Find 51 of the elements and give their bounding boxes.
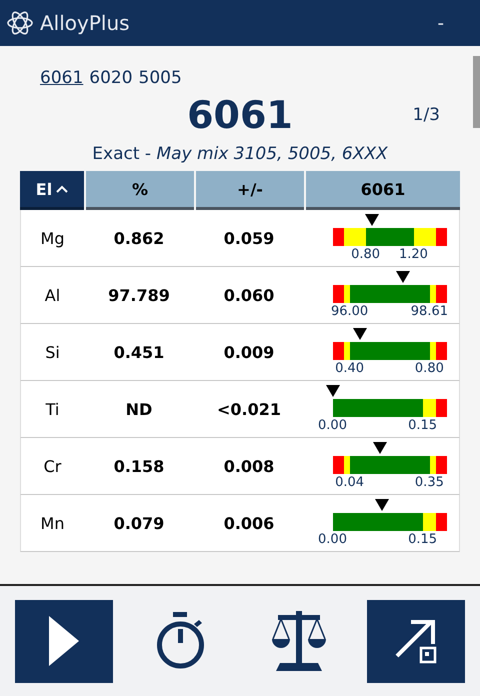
- range-low-label: 0.00: [318, 418, 347, 433]
- table-cell-text: 0.060: [222, 284, 276, 306]
- table-cell-text: 0.008: [222, 456, 276, 478]
- range-low-label: 0.00: [318, 532, 347, 547]
- grade-link[interactable]: 6020: [89, 68, 133, 88]
- stopwatch-icon: [156, 612, 206, 670]
- export-icon: [394, 618, 437, 664]
- column-header[interactable]: 6061: [306, 171, 460, 210]
- sort-header[interactable]: El: [20, 171, 84, 210]
- minimize-button[interactable]: -: [434, 12, 472, 34]
- table-cell-text: Mn: [40, 512, 66, 534]
- table-cell-text: 0.059: [222, 228, 276, 250]
- atom-icon: [6, 9, 34, 37]
- export-button[interactable]: [366, 600, 465, 682]
- column-header[interactable]: %: [86, 171, 194, 210]
- table-cell-text: Si: [44, 342, 61, 364]
- table-cell-text: 0.079: [112, 512, 166, 534]
- range-low-label: 0.40: [335, 361, 364, 376]
- range-high-label: 0.15: [408, 532, 438, 547]
- range-high-label: 0.80: [414, 361, 444, 376]
- range-high-label: 98.61: [410, 304, 448, 319]
- app-title: AlloyPlus: [40, 11, 131, 35]
- play-icon: [49, 616, 79, 666]
- table-cell-text: 0.862: [112, 228, 166, 250]
- table-cell-text: Al: [44, 284, 62, 306]
- scrollbar[interactable]: [473, 56, 480, 128]
- range-low-label: 0.80: [351, 247, 380, 262]
- table-cell-text: 0.451: [112, 342, 166, 364]
- table-cell-text: 0.009: [222, 342, 276, 364]
- scale-icon: [272, 611, 326, 671]
- table-cell-text: <0.021: [216, 398, 282, 420]
- range-high-label: 0.15: [408, 418, 438, 433]
- table-cell-text: Mg: [40, 228, 66, 250]
- table-cell-text: 0.006: [222, 512, 276, 534]
- page-counter: 1/3: [412, 105, 440, 125]
- table-cell-text: ND: [124, 398, 154, 420]
- range-low-label: 0.04: [335, 475, 364, 490]
- table-cell-text: Ti: [44, 398, 60, 420]
- range-low-label: 96.00: [330, 304, 368, 319]
- table-cell-text: Cr: [42, 456, 62, 478]
- column-header[interactable]: +/-: [196, 171, 304, 210]
- range-high-label: 1.20: [398, 247, 428, 262]
- grade-link[interactable]: 6061: [40, 68, 84, 88]
- table-cell-text: 97.789: [107, 284, 171, 306]
- play-button[interactable]: [15, 600, 113, 682]
- grade-title: 6061: [187, 93, 293, 137]
- table-cell-text: 0.158: [112, 456, 166, 478]
- grade-link[interactable]: 5005: [138, 68, 182, 88]
- range-high-label: 0.35: [414, 475, 444, 490]
- match-text: Exact - May mix 3105, 5005, 6XXX: [91, 143, 389, 166]
- caret-icon: [56, 185, 68, 193]
